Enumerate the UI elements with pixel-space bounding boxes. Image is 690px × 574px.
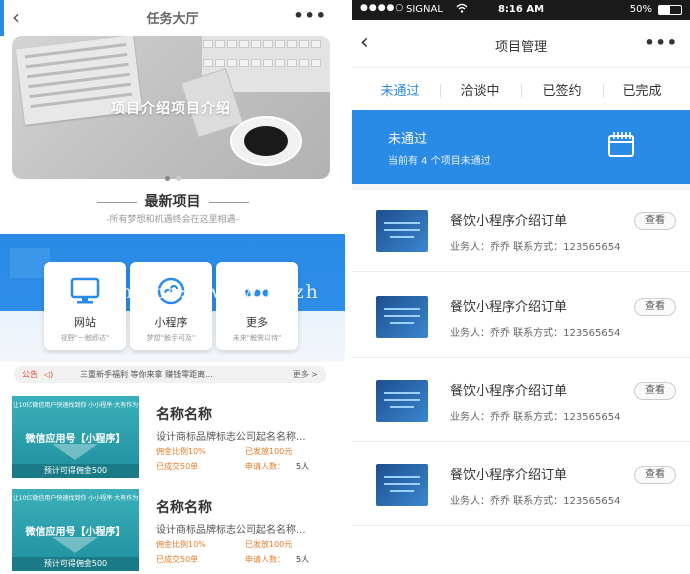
order-meta: 业务人：乔乔 联系方式：123565654 [450,412,621,423]
thumb-title: 微信应用号【小程序】 [25,434,126,445]
commission-ratio: 佣金比例10% [156,540,206,549]
section-subtitle: -所有梦想和机遇终会在这里相遇- [106,215,239,225]
tab-rejected[interactable]: 未通过 [358,80,442,99]
thumb-commission: 预计可得佣金500 [12,464,139,478]
project-desc: 设计商标品牌标志公司起名名称... [156,432,306,443]
status-summary-panel: 未通过 当前有 4 个项目未通过 [352,110,690,184]
monitor-icon [70,277,100,304]
category-desc: 未来"触需以待" [232,334,282,342]
order-thumbnail [376,380,428,422]
notice-tag: 公告 [22,370,38,379]
task-hall-screen: ‹ 任务大厅 ••• 项目介绍项目介绍 最新项目 -所有梦想和机遇终会在这里相遇… [0,0,345,574]
status-bar: ●●●●○ SIGNAL 8:16 AM 50% [352,0,690,20]
applicants-count: 5人 [296,555,310,564]
coffee-cup-image [230,116,302,166]
tab-negotiating[interactable]: 洽谈中 [438,80,522,99]
deals-count: 已成交50单 [156,555,199,564]
project-name: 名称名称 [156,500,212,516]
project-management-screen: ●●●●○ SIGNAL 8:16 AM 50% ‹ 项目管理 ••• 未通过 … [352,0,690,574]
project-name: 名称名称 [156,407,212,423]
notice-text: 三重新手福利 等你来拿 赚钱零距离... [80,370,213,379]
applicants-count: 5人 [296,462,310,471]
speaker-icon: ◁) [44,370,54,379]
view-button[interactable]: 查看 [634,212,676,230]
status-subtitle: 当前有 4 个项目未通过 [388,156,491,167]
notice-bar[interactable]: 公告 ◁) 三重新手福利 等你来拿 赚钱零距离... 更多 > [14,366,326,383]
amount-sent: 已发放100元 [245,447,293,456]
category-card-mini-program[interactable]: 小程序 梦想"触手可及" [130,262,212,350]
carousel-dot[interactable] [175,176,181,181]
thumb-tagline: 让10亿微信用户快速找到你 小小程序·大有作为 [12,495,139,502]
thumb-commission: 预计可得佣金500 [12,557,139,571]
section-title: 最新项目 [0,191,345,211]
watermark-text: https://www.huzh [120,281,320,303]
notebook-icon [608,132,634,157]
page-title: 项目管理 [494,40,547,55]
battery-percent: 50% [629,4,652,15]
battery-icon [658,5,682,15]
banner-text: 项目介绍项目介绍 [111,101,231,117]
order-title: 餐饮小程序介绍订单 [450,468,568,483]
order-meta: 业务人：乔乔 联系方式：123565654 [450,496,621,507]
notice-more-link[interactable]: 更多 > [293,366,318,383]
category-name: 小程序 [154,316,188,329]
arrow-decoration [52,444,98,462]
project-item[interactable]: 让10亿微信用户快速找到你 小小程序·大有作为 微信应用号【小程序】 预计可得佣… [12,396,332,480]
section-title-text: 最新项目 [144,194,201,210]
view-button[interactable]: 查看 [634,466,676,484]
status-title: 未通过 [388,132,428,147]
order-thumbnail [376,296,428,338]
project-thumbnail: 让10亿微信用户快速找到你 小小程序·大有作为 微信应用号【小程序】 预计可得佣… [12,489,139,571]
applicants-label: 申请人数： [245,555,285,564]
header-bar: ‹ 项目管理 ••• [352,20,690,68]
order-thumbnail [376,464,428,506]
status-tabs: 未通过 洽谈中 已签约 已完成 [352,68,690,110]
order-thumbnail [376,210,428,252]
header-bar: ‹ 任务大厅 ••• [0,0,345,34]
tab-completed[interactable]: 已完成 [600,80,684,99]
banner-carousel[interactable]: 项目介绍项目介绍 [12,36,330,179]
order-title: 餐饮小程序介绍订单 [450,214,568,229]
commission-ratio: 佣金比例10% [156,447,206,456]
carousel-dots [0,166,345,185]
thumb-tagline: 让10亿微信用户快速找到你 小小程序·大有作为 [12,402,139,409]
order-row[interactable]: 餐饮小程序介绍订单 业务人：乔乔 联系方式：123565654 查看 [352,190,690,272]
more-icon[interactable]: ••• [644,33,678,52]
tab-signed[interactable]: 已签约 [520,80,604,99]
category-card-website[interactable]: 网站 视野"一触即达" [44,262,126,350]
view-button[interactable]: 查看 [634,382,676,400]
thumb-title: 微信应用号【小程序】 [25,527,126,538]
order-row[interactable]: 餐饮小程序介绍订单 业务人：乔乔 联系方式：123565654 查看 [352,360,690,442]
order-row[interactable]: 餐饮小程序介绍订单 业务人：乔乔 联系方式：123565654 查看 [352,276,690,358]
project-thumbnail: 让10亿微信用户快速找到你 小小程序·大有作为 微信应用号【小程序】 预计可得佣… [12,396,139,478]
category-card-more[interactable]: 更多 未来"触需以待" [216,262,298,350]
more-icon[interactable]: ••• [293,6,327,25]
order-meta: 业务人：乔乔 联系方式：123565654 [450,328,621,339]
order-meta: 业务人：乔乔 联系方式：123565654 [450,242,621,253]
category-name: 更多 [246,316,268,329]
project-item[interactable]: 让10亿微信用户快速找到你 小小程序·大有作为 微信应用号【小程序】 预计可得佣… [12,489,332,573]
order-title: 餐饮小程序介绍订单 [450,300,568,315]
carousel-dot[interactable] [164,176,170,181]
deals-count: 已成交50单 [156,462,199,471]
category-desc: 梦想"触手可及" [146,334,196,342]
order-title: 餐饮小程序介绍订单 [450,384,568,399]
order-row[interactable]: 餐饮小程序介绍订单 业务人：乔乔 联系方式：123565654 查看 [352,444,690,526]
category-name: 网站 [74,316,96,329]
amount-sent: 已发放100元 [245,540,293,549]
category-desc: 视野"一触即达" [60,334,110,342]
arrow-decoration [52,537,98,555]
applicants-label: 申请人数： [245,462,285,471]
project-desc: 设计商标品牌标志公司起名名称... [156,525,306,536]
view-button[interactable]: 查看 [634,298,676,316]
